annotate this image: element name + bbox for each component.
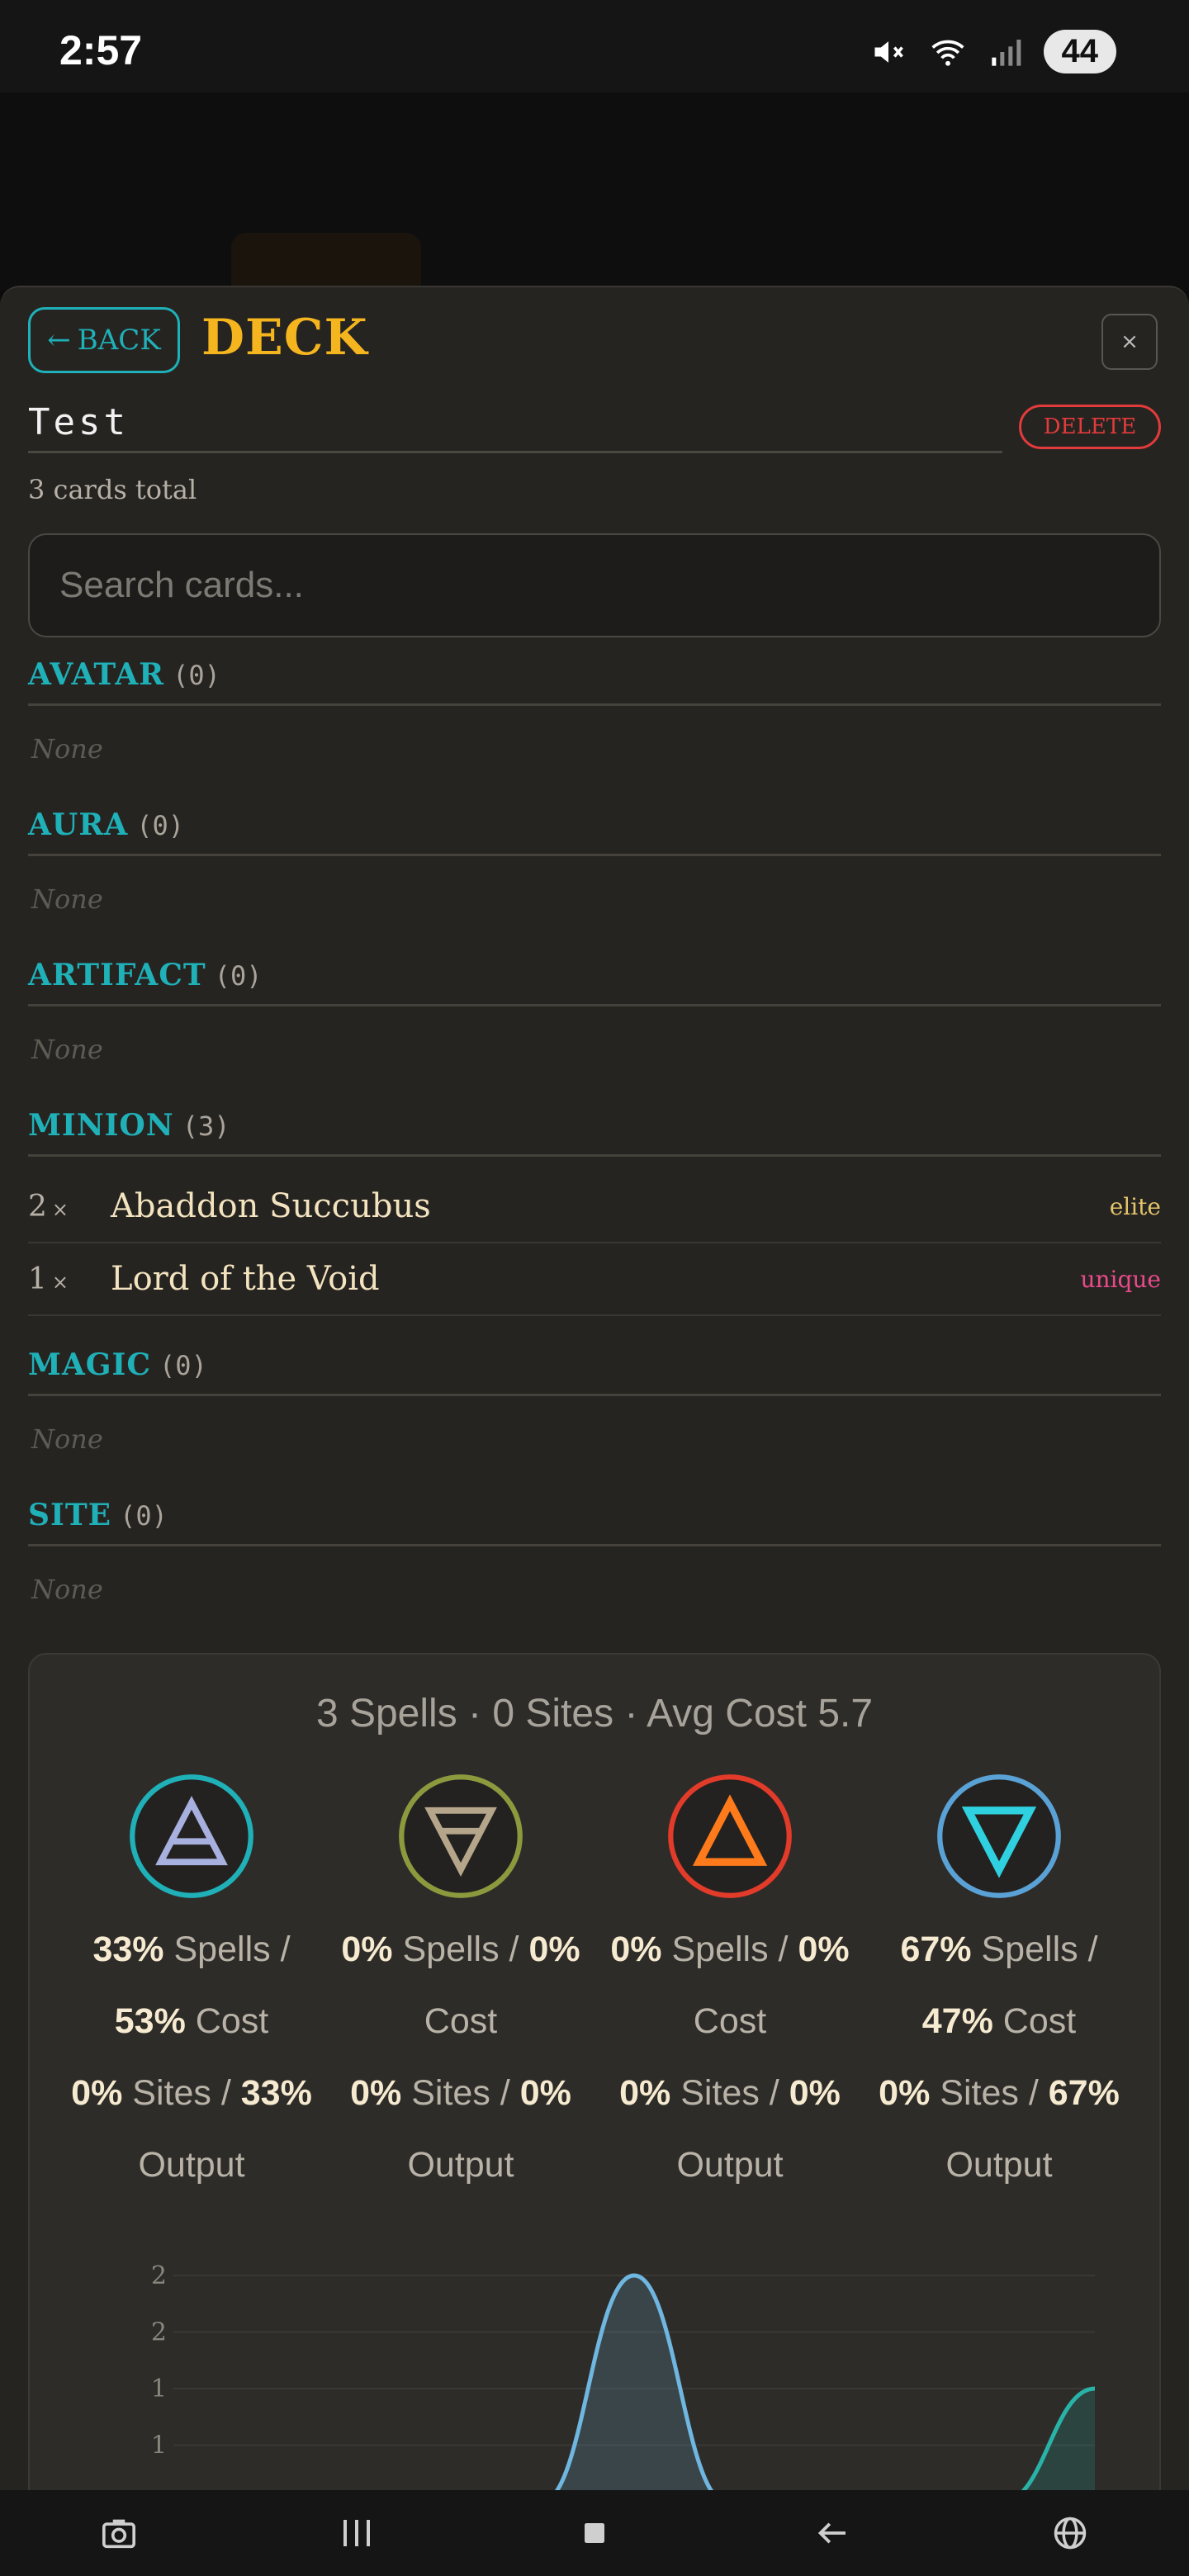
card-name: Lord of the Void <box>111 1260 380 1298</box>
chart-area <box>554 2275 714 2493</box>
section-avatar: AVATAR (0) <box>28 657 1161 706</box>
card-row[interactable]: 1 × Lord of the Void unique <box>28 1243 1161 1316</box>
element-stat-air: 33% Spells / 53% Cost 0% Sites / 33% Out… <box>59 1772 324 2201</box>
card-row[interactable]: 2 × Abaddon Succubus elite <box>28 1171 1161 1243</box>
section-minion: MINION (3) <box>28 1108 1161 1157</box>
search-input[interactable] <box>28 533 1161 637</box>
recents-button[interactable] <box>307 2496 406 2570</box>
status-time: 2:57 <box>59 27 143 73</box>
recents-icon <box>343 2520 370 2546</box>
chart-y-tick-label: 2 <box>151 2318 167 2347</box>
section-count: (0) <box>136 810 184 841</box>
card-count: 3 cards total <box>28 474 197 505</box>
section-count: (0) <box>173 660 220 691</box>
stats-summary: 3 Spells · 0 Sites · Avg Cost 5.7 <box>315 1692 874 1735</box>
card-quantity: 1 × <box>28 1262 69 1296</box>
back-arrow-icon <box>817 2522 846 2544</box>
browser-button[interactable] <box>1021 2496 1120 2570</box>
nav-back-button[interactable] <box>783 2496 882 2570</box>
back-button[interactable]: ← BACK <box>28 307 180 373</box>
earth-icon <box>399 1774 523 1898</box>
chart-y-tick-label: 2 <box>151 2261 167 2290</box>
delete-button[interactable]: DELETE <box>1019 405 1161 449</box>
empty-placeholder: None <box>31 883 103 915</box>
fire-icon <box>668 1774 792 1898</box>
screenshot-button[interactable] <box>69 2496 168 2570</box>
section-artifact: ARTIFACT (0) <box>28 958 1161 1006</box>
empty-placeholder: None <box>31 1574 103 1605</box>
card-rarity: unique <box>1080 1265 1161 1293</box>
chart-y-tick-label: 1 <box>151 2375 167 2403</box>
section-title: ARTIFACT <box>28 958 206 992</box>
empty-placeholder: None <box>31 1423 103 1455</box>
element-stat-text: 33% Spells / 53% Cost 0% Sites / 33% Out… <box>71 1930 312 2185</box>
section-magic: MAGIC (0) <box>28 1347 1161 1396</box>
deck-name-field[interactable]: Test <box>28 401 1002 453</box>
section-title: AURA <box>28 807 129 842</box>
arrow-left-icon: ← <box>47 324 71 357</box>
element-stat-earth: 0% Spells / 0% Cost 0% Sites / 0% Output <box>329 1772 593 2201</box>
element-stat-text: 0% Spells / 0% Cost 0% Sites / 0% Output <box>610 1930 850 2185</box>
battery-indicator: 44 <box>1043 30 1116 73</box>
card-name: Abaddon Succubus <box>111 1187 431 1225</box>
home-icon <box>585 2523 604 2543</box>
element-stat-text: 67% Spells / 47% Cost 0% Sites / 67% Out… <box>879 1930 1120 2185</box>
section-count: (0) <box>120 1500 168 1532</box>
mute-icon <box>874 40 903 63</box>
card-rarity: elite <box>1109 1192 1161 1220</box>
background-tab <box>231 233 421 291</box>
section-title: AVATAR <box>28 657 165 692</box>
section-count: (0) <box>159 1350 207 1381</box>
section-title: MAGIC <box>28 1347 152 1382</box>
chart-y-tick-label: 1 <box>151 2432 167 2460</box>
close-icon: × <box>1120 329 1139 354</box>
close-button[interactable]: × <box>1101 314 1158 370</box>
section-count: (0) <box>214 960 263 992</box>
section-site: SITE (0) <box>28 1498 1161 1546</box>
section-title: SITE <box>28 1498 112 1532</box>
cost-curve-chart: 2 2 1 1 <box>151 2261 1096 2493</box>
system-nav-bar <box>0 2490 1189 2576</box>
empty-placeholder: None <box>31 733 103 765</box>
status-icons: 44 <box>870 30 1116 73</box>
element-stat-text: 0% Spells / 0% Cost 0% Sites / 0% Output <box>341 1930 580 2185</box>
wifi-icon <box>931 40 964 66</box>
background-app <box>0 92 1189 291</box>
home-button[interactable] <box>545 2496 644 2570</box>
page-title: DECK <box>201 309 368 367</box>
air-icon <box>130 1774 253 1898</box>
status-bar: 2:57 44 <box>0 0 1189 92</box>
back-button-label: BACK <box>77 324 161 357</box>
camera-icon <box>102 2519 135 2549</box>
element-stat-fire: 0% Spells / 0% Cost 0% Sites / 0% Output <box>598 1772 862 2201</box>
globe-icon <box>1054 2517 1087 2550</box>
section-title: MINION <box>28 1108 174 1143</box>
element-stat-water: 67% Spells / 47% Cost 0% Sites / 67% Out… <box>867 1772 1131 2201</box>
card-quantity: 2 × <box>28 1189 69 1224</box>
signal-icon <box>991 39 1021 66</box>
section-count: (3) <box>182 1110 230 1142</box>
empty-placeholder: None <box>31 1034 103 1065</box>
water-icon <box>937 1774 1061 1898</box>
section-aura: AURA (0) <box>28 807 1161 856</box>
